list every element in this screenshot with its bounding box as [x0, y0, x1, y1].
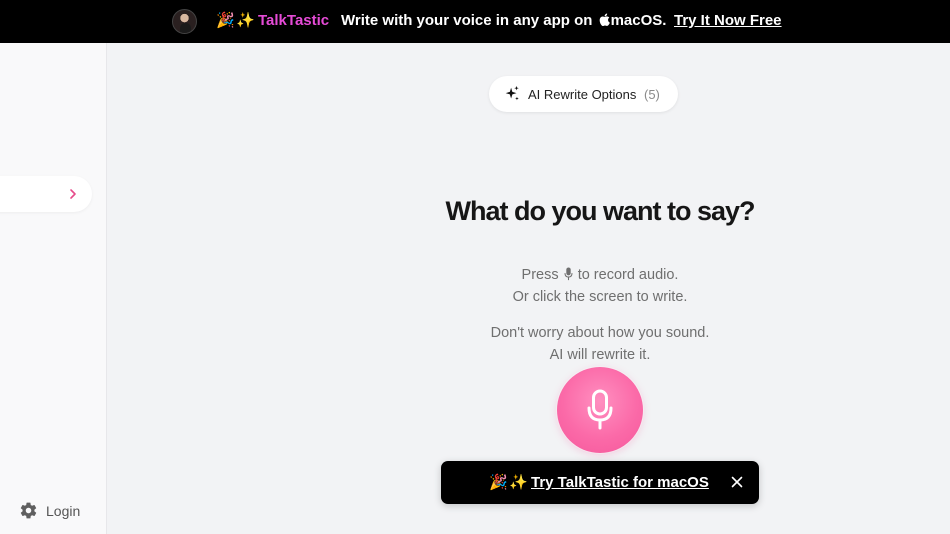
banner-brand: TalkTastic: [258, 12, 330, 29]
instruction-line-3: Don't worry about how you sound.: [490, 325, 710, 341]
try-talktastic-macos-link[interactable]: Try TalkTastic for macOS: [531, 473, 709, 493]
login-label: Login: [46, 502, 81, 519]
banner-text: Write with your voice in any app on macO…: [341, 11, 666, 31]
instruction-line-1: Press to record audio.: [400, 266, 800, 284]
banner-text-prefix: Write with your voice in any app on: [341, 12, 597, 29]
macos-promo-toast: 🎉 ✨ Try TalkTastic for macOS: [441, 461, 759, 504]
party-icon: 🎉: [489, 474, 508, 491]
instruction-line-2: Or click the screen to write.: [512, 289, 688, 305]
try-it-now-free-link[interactable]: Try It Now Free: [674, 11, 782, 31]
instruction-press: Press: [521, 267, 559, 283]
sparkle-icon: [505, 85, 519, 101]
top-banner: 🎉 ✨ TalkTastic Write with your voice in …: [0, 0, 950, 43]
sparkles-icon: ✨: [236, 12, 255, 29]
instruction-line-4: AI will rewrite it.: [549, 347, 651, 363]
user-avatar: [172, 9, 197, 34]
chevron-right-icon: [70, 189, 76, 199]
gear-icon: [20, 502, 37, 519]
party-icon: 🎉: [216, 12, 235, 29]
microphone-icon: [587, 389, 613, 430]
close-icon[interactable]: [731, 476, 743, 488]
ai-rewrite-options-label: AI Rewrite Options: [528, 87, 637, 102]
record-button[interactable]: [557, 367, 643, 453]
sidebar: Login: [0, 43, 107, 534]
ai-rewrite-options-count: (5): [644, 87, 660, 102]
page-title: What do you want to say?: [445, 196, 755, 226]
login-button[interactable]: Login: [19, 501, 80, 520]
sidebar-expand-button[interactable]: [0, 176, 92, 212]
microphone-icon: [564, 267, 573, 281]
sparkles-icon: ✨: [509, 474, 528, 491]
apple-icon: [599, 13, 610, 26]
instruction-record: to record audio.: [577, 267, 679, 283]
banner-text-suffix: macOS.: [610, 12, 667, 29]
